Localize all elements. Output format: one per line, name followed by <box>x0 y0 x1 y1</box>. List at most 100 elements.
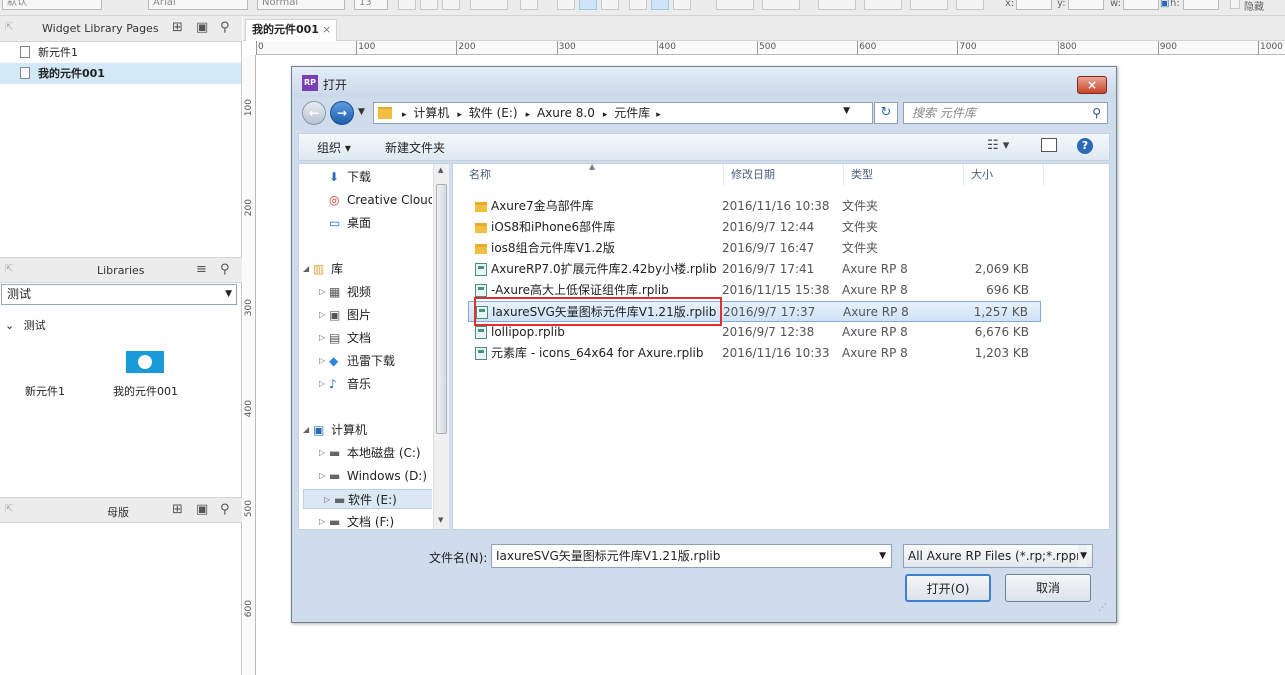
expand-arrow-icon[interactable]: ▷ <box>319 328 325 348</box>
collapse-icon[interactable]: ⇱ <box>5 264 13 275</box>
expand-arrow-icon[interactable]: ▷ <box>319 512 325 529</box>
breadcrumb-separator-icon[interactable]: ▸ <box>526 110 533 120</box>
style-select[interactable]: 默认 <box>2 0 102 10</box>
border-width-button[interactable] <box>864 0 902 10</box>
address-bar[interactable]: ▸ 计算机 ▸ 软件 (E:) ▸ Axure 8.0 ▸ 元件库 ▸ ▼ <box>373 102 873 124</box>
open-button[interactable]: 打开(O) <box>905 574 991 602</box>
underline-button[interactable] <box>442 0 460 10</box>
y-input[interactable] <box>1068 0 1104 10</box>
nav-item[interactable]: ◎ Creative Cloud <box>299 190 432 210</box>
breadcrumb-item[interactable]: Axure 8.0 <box>537 106 595 120</box>
align-top-button[interactable] <box>629 0 647 10</box>
tab-widget[interactable]: 我的元件001 × <box>245 19 337 41</box>
align-right-button[interactable] <box>601 0 619 10</box>
chevron-down-icon[interactable]: ▼ <box>843 106 850 116</box>
back-button[interactable]: ← <box>302 101 326 125</box>
library-group[interactable]: ⌄ 测试 <box>5 317 46 333</box>
close-icon[interactable]: × <box>322 20 331 40</box>
preview-pane-icon[interactable] <box>1041 138 1057 152</box>
align-bottom-button[interactable] <box>673 0 691 10</box>
expand-arrow-icon[interactable]: ▷ <box>319 305 325 325</box>
breadcrumb-item[interactable]: 元件库 <box>614 106 650 120</box>
breadcrumb-item[interactable]: 计算机 <box>413 106 449 120</box>
hide-checkbox[interactable] <box>1230 0 1240 9</box>
organize-button[interactable]: 组织 ▾ <box>317 139 351 156</box>
expand-arrow-icon[interactable]: ▷ <box>319 282 325 302</box>
search-icon[interactable]: ⚲ <box>220 502 230 517</box>
italic-button[interactable] <box>420 0 438 10</box>
nav-item[interactable]: ▷ ◆ 迅雷下载 <box>299 351 430 371</box>
nav-item[interactable]: ▷ ▬ 本地磁盘 (C:) <box>299 443 430 463</box>
style-editor-icon[interactable] <box>111 0 129 10</box>
file-row[interactable]: Axure7金乌部件库 2016/11/16 10:38 文件夹 <box>468 196 1041 217</box>
breadcrumb-separator-icon[interactable]: ▸ <box>402 110 409 120</box>
scroll-up-icon[interactable]: ▲ <box>438 166 443 174</box>
filename-input[interactable]: IaxureSVG矢量图标元件库V1.21版.rplib ▼ <box>491 544 892 568</box>
border-style-button[interactable] <box>910 0 948 10</box>
bullet-button[interactable] <box>520 0 538 10</box>
align-center-button[interactable] <box>579 0 597 10</box>
add-master-icon[interactable]: ⊞ <box>172 502 183 517</box>
nav-item[interactable]: ▷ ▬ 软件 (E:) <box>303 489 432 509</box>
nav-item[interactable]: ◢ ▣ 计算机 <box>299 420 430 440</box>
widget-label-1[interactable]: 新元件1 <box>25 383 65 399</box>
nav-item[interactable]: ▷ ▣ 图片 <box>299 305 430 325</box>
menu-icon[interactable]: ≡ <box>196 262 207 277</box>
breadcrumb-separator-icon[interactable]: ▸ <box>656 110 661 120</box>
x-input[interactable] <box>1016 0 1052 10</box>
collapse-icon[interactable]: ⇱ <box>5 22 13 33</box>
widget-thumbnail[interactable] <box>126 351 164 373</box>
nav-item[interactable]: ▷ ▦ 视频 <box>299 282 430 302</box>
file-row[interactable]: iOS8和iPhone6部件库 2016/9/7 12:44 文件夹 <box>468 217 1041 238</box>
search-input[interactable]: 搜索 元件库 ⚲ <box>903 102 1108 124</box>
border-color-button[interactable] <box>818 0 856 10</box>
font-size-select[interactable]: 13 <box>354 0 388 10</box>
expand-arrow-icon[interactable]: ▷ <box>319 351 325 371</box>
chevron-down-icon[interactable]: ▼ <box>879 545 886 567</box>
nav-item[interactable]: ▷ ▬ Windows (D:) <box>299 466 430 486</box>
breadcrumb-separator-icon[interactable]: ▸ <box>603 110 610 120</box>
file-row[interactable]: 元素库 - icons_64x64 for Axure.rplib 2016/11… <box>468 343 1041 364</box>
page-item-2[interactable]: 我的元件001 <box>0 63 241 84</box>
search-icon[interactable]: ⚲ <box>220 262 230 277</box>
close-button[interactable]: × <box>1077 76 1107 94</box>
nav-item[interactable]: ▷ ▬ 文档 (F:) <box>299 512 430 529</box>
scroll-down-icon[interactable]: ▼ <box>438 516 443 524</box>
add-folder-icon[interactable]: ▣ <box>196 20 208 35</box>
view-options-icon[interactable]: ☷ ▾ <box>987 138 1009 153</box>
breadcrumb-item[interactable]: 软件 (E:) <box>469 106 518 120</box>
fill-color-button[interactable] <box>716 0 754 10</box>
expand-arrow-icon[interactable]: ▷ <box>319 443 325 463</box>
shadow-button[interactable] <box>762 0 800 10</box>
file-row[interactable]: ios8组合元件库V1.2版 2016/9/7 16:47 文件夹 <box>468 238 1041 259</box>
page-item-1[interactable]: 新元件1 <box>0 42 241 63</box>
align-middle-button[interactable] <box>651 0 669 10</box>
nav-scrollbar[interactable]: ▲ ▼ <box>433 164 449 529</box>
collapse-icon[interactable]: ⇱ <box>5 504 13 515</box>
scroll-thumb[interactable] <box>436 184 447 434</box>
library-select[interactable]: 测试 ▼ <box>1 284 237 305</box>
bold-button[interactable] <box>398 0 416 10</box>
history-chevron-icon[interactable]: ▼ <box>358 107 365 117</box>
new-folder-button[interactable]: 新建文件夹 <box>385 139 445 156</box>
align-left-button[interactable] <box>557 0 575 10</box>
refresh-icon[interactable]: ↻ <box>874 102 898 124</box>
expand-arrow-icon[interactable]: ▷ <box>319 466 325 486</box>
filetype-select[interactable]: All Axure RP Files (*.rp;*.rppr ▼ <box>903 544 1093 568</box>
widget-label-2[interactable]: 我的元件001 <box>113 383 178 399</box>
font-select[interactable]: Arial <box>148 0 248 10</box>
nav-item[interactable]: ▷ ♪ 音乐 <box>299 374 430 394</box>
file-row[interactable]: AxureRP7.0扩展元件库2.42by小楼.rplib 2016/9/7 17… <box>468 259 1041 280</box>
font-weight-select[interactable]: Normal <box>257 0 345 10</box>
add-page-icon[interactable]: ⊞ <box>172 20 183 35</box>
nav-item[interactable]: ▷ ▤ 文档 <box>299 328 430 348</box>
expand-arrow-icon[interactable]: ▷ <box>319 374 325 394</box>
expand-arrow-icon[interactable]: ▷ <box>324 490 330 510</box>
resize-grip-icon[interactable]: ⋰ <box>1098 603 1107 613</box>
w-input[interactable] <box>1123 0 1159 10</box>
nav-item[interactable]: ◢ ▥ 库 <box>299 259 430 279</box>
breadcrumb-separator-icon[interactable]: ▸ <box>457 110 464 120</box>
forward-button[interactable]: → <box>330 101 354 125</box>
nav-item[interactable]: ⬇ 下载 <box>299 167 430 187</box>
cancel-button[interactable]: 取消 <box>1005 574 1091 602</box>
